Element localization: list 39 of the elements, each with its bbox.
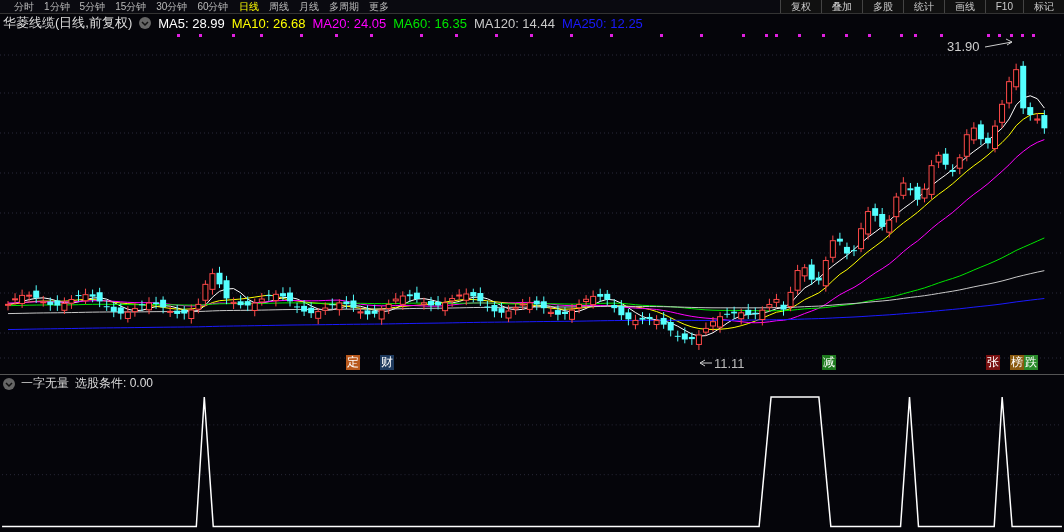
indicator-value: MA250: 12.25 [561, 15, 643, 31]
indicator-name: 一字无量 [21, 375, 69, 393]
toolbar-button[interactable]: 画线 [943, 0, 985, 13]
indicator-value: MA10: 26.68 [231, 15, 306, 31]
indicator-value: MA60: 16.35 [393, 15, 467, 31]
toolbar-button[interactable]: 标记 [1023, 0, 1064, 13]
period-tab[interactable]: 分时 [14, 0, 34, 13]
period-tab[interactable]: 周线 [268, 0, 289, 13]
event-tag[interactable]: 减 [822, 354, 836, 370]
toolbar-button[interactable]: 叠加 [820, 0, 862, 13]
high-price-label: 31.90 [947, 38, 980, 54]
arrow-icon [984, 38, 1013, 48]
toolbar-button[interactable]: 统计 [902, 0, 944, 13]
indicator-reading: 选股条件: 0.00 [75, 375, 154, 393]
period-tab[interactable]: 多周期 [328, 0, 359, 13]
period-tab[interactable]: 日线 [238, 0, 259, 13]
indicator-value: MA5: 28.99 [158, 15, 225, 31]
event-tag[interactable]: 张 [986, 354, 1000, 370]
period-tab[interactable]: 1分钟 [44, 0, 70, 13]
indicator-value: MA120: 14.44 [473, 15, 555, 31]
period-tab[interactable]: 月线 [298, 0, 319, 13]
toolbar-button[interactable]: 多股 [861, 0, 903, 13]
period-tab[interactable]: 15分钟 [115, 0, 147, 13]
period-tab[interactable]: 5分钟 [79, 0, 106, 13]
period-tab[interactable]: 60分钟 [197, 0, 229, 13]
event-tag[interactable]: 财 [380, 354, 394, 370]
low-price-label: 11.11 [714, 355, 745, 371]
stock-title: 华菱线缆(日线,前复权) [3, 14, 133, 33]
period-tab[interactable]: 更多 [368, 0, 389, 13]
dropdown-icon[interactable] [3, 377, 15, 390]
event-tag[interactable]: 榜 [1010, 354, 1024, 370]
period-tab[interactable]: 30分钟 [156, 0, 188, 13]
event-tag[interactable]: 定 [346, 354, 360, 370]
event-tag[interactable]: 跌 [1024, 354, 1038, 370]
dropdown-icon[interactable] [139, 17, 152, 30]
indicator-value: MA20: 24.05 [312, 15, 387, 31]
toolbar-button[interactable]: F10 [984, 0, 1023, 13]
arrow-icon [699, 359, 713, 367]
toolbar-button[interactable]: 复权 [779, 0, 821, 13]
